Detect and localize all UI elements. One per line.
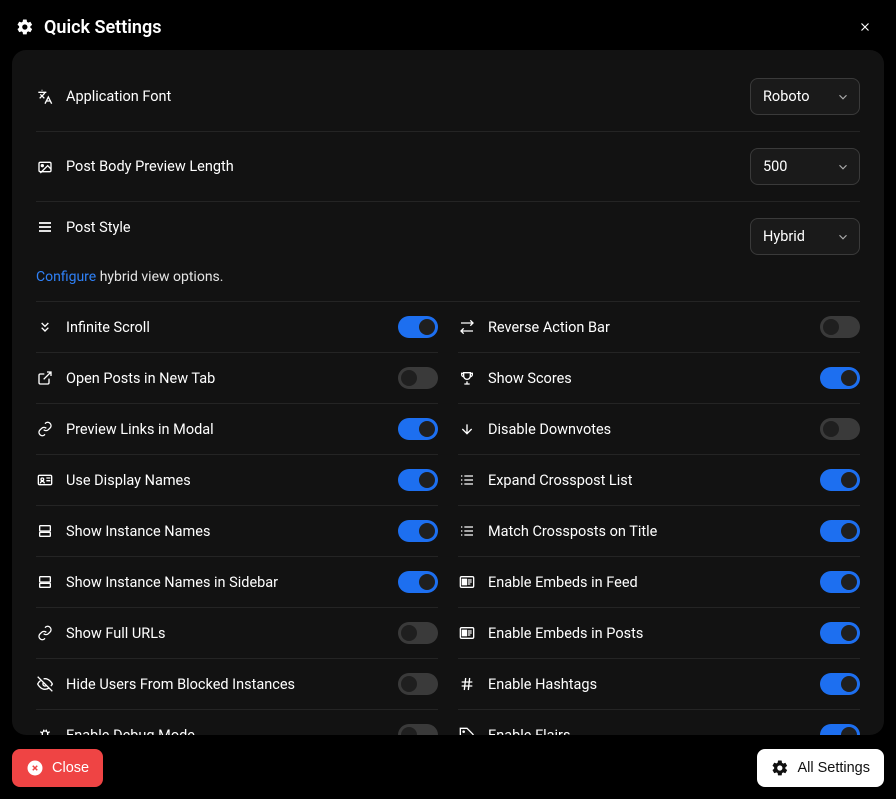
- disable-downvotes-toggle[interactable]: [820, 418, 860, 440]
- setting-enable-flairs: Enable Flairs: [458, 710, 860, 735]
- setting-row-application-font: Application Font Roboto: [36, 62, 860, 132]
- setting-row-post-style: Post Style Hybrid Configure hybrid view op…: [36, 202, 860, 302]
- modal-header: Quick Settings: [12, 12, 884, 50]
- setting-disable-downvotes: Disable Downvotes: [458, 404, 860, 455]
- show-instance-names-toggle[interactable]: [398, 520, 438, 542]
- infinite-scroll-toggle[interactable]: [398, 316, 438, 338]
- close-button[interactable]: Close: [12, 749, 103, 787]
- setting-match-crossposts-on-title: Match Crossposts on Title: [458, 506, 860, 557]
- setting-infinite-scroll: Infinite Scroll: [36, 302, 438, 353]
- setting-show-full-urls: Show Full URLs: [36, 608, 438, 659]
- row-label: Enable Embeds in Posts: [458, 624, 643, 642]
- row-label: Application Font: [36, 88, 171, 106]
- use-display-names-toggle[interactable]: [398, 469, 438, 491]
- setting-hide-users-from-blocked-instances: Hide Users From Blocked Instances: [36, 659, 438, 710]
- row-label: Post Style: [36, 218, 131, 236]
- row-label: Show Scores: [458, 369, 572, 387]
- setting-enable-embeds-in-posts: Enable Embeds in Posts: [458, 608, 860, 659]
- hide-users-from-blocked-instances-toggle[interactable]: [398, 673, 438, 695]
- server-icon: [36, 522, 54, 540]
- preview-links-in-modal-toggle[interactable]: [398, 418, 438, 440]
- list-icon: [458, 522, 476, 540]
- close-icon[interactable]: [854, 16, 876, 38]
- open-posts-in-new-tab-toggle[interactable]: [398, 367, 438, 389]
- link-icon: [36, 624, 54, 642]
- setting-use-display-names: Use Display Names: [36, 455, 438, 506]
- all-settings-button[interactable]: All Settings: [757, 749, 884, 787]
- show-scores-toggle[interactable]: [820, 367, 860, 389]
- close-button-label: Close: [52, 760, 89, 776]
- eye-off-icon: [36, 675, 54, 693]
- select-application-font[interactable]: Roboto: [750, 78, 860, 115]
- setting-row-post-body-preview-length: Post Body Preview Length 500: [36, 132, 860, 202]
- setting-preview-links-in-modal: Preview Links in Modal: [36, 404, 438, 455]
- row-label: Use Display Names: [36, 471, 191, 489]
- arrow-down-icon: [458, 420, 476, 438]
- row-label: Open Posts in New Tab: [36, 369, 215, 387]
- translate-icon: [36, 88, 54, 106]
- setting-show-scores: Show Scores: [458, 353, 860, 404]
- row-label: Disable Downvotes: [458, 420, 611, 438]
- setting-enable-debug-mode: Enable Debug Mode: [36, 710, 438, 735]
- show-full-urls-toggle[interactable]: [398, 622, 438, 644]
- settings-panel: Application Font Roboto Post Body Preview …: [12, 50, 884, 735]
- tag-icon: [458, 726, 476, 735]
- row-label: Match Crossposts on Title: [458, 522, 657, 540]
- modal-title: Quick Settings: [44, 17, 161, 38]
- row-label: Enable Debug Mode: [36, 726, 195, 735]
- row-label: Show Instance Names: [36, 522, 210, 540]
- reverse-action-bar-toggle[interactable]: [820, 316, 860, 338]
- row-label: Show Full URLs: [36, 624, 166, 642]
- enable-embeds-in-feed-toggle[interactable]: [820, 571, 860, 593]
- enable-embeds-in-posts-toggle[interactable]: [820, 622, 860, 644]
- setting-open-posts-in-new-tab: Open Posts in New Tab: [36, 353, 438, 404]
- row-label: Hide Users From Blocked Instances: [36, 675, 295, 693]
- row-label: Preview Links in Modal: [36, 420, 214, 438]
- setting-expand-crosspost-list: Expand Crosspost List: [458, 455, 860, 506]
- enable-hashtags-toggle[interactable]: [820, 673, 860, 695]
- trophy-icon: [458, 369, 476, 387]
- row-subtext: Configure hybrid view options.: [36, 269, 860, 285]
- embed-icon: [458, 624, 476, 642]
- image-icon: [36, 158, 54, 176]
- setting-show-instance-names: Show Instance Names: [36, 506, 438, 557]
- select-post-body-preview-length[interactable]: 500: [750, 148, 860, 185]
- server-icon: [36, 573, 54, 591]
- list-icon: [458, 471, 476, 489]
- expand-crosspost-list-toggle[interactable]: [820, 469, 860, 491]
- modal-footer: Close All Settings: [12, 735, 884, 787]
- gear-icon: [16, 18, 34, 36]
- enable-flairs-toggle[interactable]: [820, 724, 860, 735]
- external-icon: [36, 369, 54, 387]
- configure-link[interactable]: Configure: [36, 269, 96, 285]
- lines-icon: [36, 218, 54, 236]
- row-label: Infinite Scroll: [36, 318, 150, 336]
- match-crossposts-on-title-toggle[interactable]: [820, 520, 860, 542]
- hash-icon: [458, 675, 476, 693]
- row-label: Post Body Preview Length: [36, 158, 234, 176]
- row-label: Expand Crosspost List: [458, 471, 633, 489]
- setting-show-instance-names-in-sidebar: Show Instance Names in Sidebar: [36, 557, 438, 608]
- row-label: Reverse Action Bar: [458, 318, 610, 336]
- setting-enable-embeds-in-feed: Enable Embeds in Feed: [458, 557, 860, 608]
- row-label: Enable Hashtags: [458, 675, 597, 693]
- embed-icon: [458, 573, 476, 591]
- id-icon: [36, 471, 54, 489]
- show-instance-names-in-sidebar-toggle[interactable]: [398, 571, 438, 593]
- row-label: Enable Flairs: [458, 726, 570, 735]
- row-label: Show Instance Names in Sidebar: [36, 573, 278, 591]
- setting-reverse-action-bar: Reverse Action Bar: [458, 302, 860, 353]
- row-label: Enable Embeds in Feed: [458, 573, 638, 591]
- all-settings-label: All Settings: [797, 760, 870, 776]
- setting-enable-hashtags: Enable Hashtags: [458, 659, 860, 710]
- enable-debug-mode-toggle[interactable]: [398, 724, 438, 735]
- select-post-style[interactable]: Hybrid: [750, 218, 860, 255]
- bug-icon: [36, 726, 54, 735]
- swap-icon: [458, 318, 476, 336]
- gear-icon: [771, 759, 789, 777]
- link-icon: [36, 420, 54, 438]
- chevrons-down-icon: [36, 318, 54, 336]
- close-circle-icon: [26, 759, 44, 777]
